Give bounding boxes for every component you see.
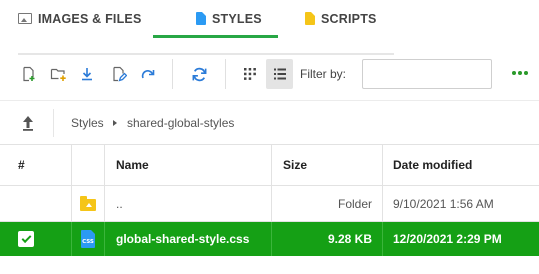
header-size[interactable]: Size (272, 145, 383, 185)
new-folder-icon (50, 68, 66, 81)
row-size: Folder (272, 186, 383, 221)
refresh-button[interactable] (188, 63, 210, 85)
breadcrumb-chevron-icon (113, 120, 117, 126)
new-file-button[interactable] (18, 63, 40, 85)
breadcrumb-current: shared-global-styles (127, 116, 235, 130)
row-date: 12/20/2021 2:29 PM (393, 232, 502, 246)
table-row-selected[interactable]: CSS global-shared-style.css 9.28 KB 12/2… (0, 222, 539, 256)
more-options-dot (518, 71, 522, 75)
row-icon-cell (72, 186, 105, 221)
redo-button[interactable] (137, 63, 159, 85)
download-button[interactable] (76, 63, 98, 85)
row-icon-cell: CSS (72, 222, 105, 256)
table-header-row: # Name Size Date modified (0, 144, 539, 186)
tab-label: STYLES (212, 11, 262, 26)
tab-label: IMAGES & FILES (38, 11, 142, 26)
new-file-icon (23, 66, 35, 82)
refresh-icon (192, 67, 206, 81)
more-options-dot (524, 71, 528, 75)
header-icon-column (72, 145, 105, 185)
breadcrumb: Styles shared-global-styles (0, 100, 539, 144)
active-tab-indicator (153, 35, 278, 38)
up-folder-button[interactable] (20, 114, 36, 132)
filter-label: Filter by: (300, 67, 347, 81)
tab-scripts[interactable]: SCRIPTS (305, 0, 377, 37)
checkmark-icon (21, 232, 31, 243)
breadcrumb-root-link[interactable]: Styles (71, 116, 104, 130)
new-folder-button[interactable] (48, 63, 70, 85)
row-checkbox[interactable] (18, 231, 34, 247)
row-date: 9/10/2021 1:56 AM (393, 196, 494, 211)
tab-label: SCRIPTS (321, 11, 377, 26)
toolbar: Filter by: (0, 49, 539, 99)
redo-icon (141, 70, 155, 79)
table-row[interactable]: .. Folder 9/10/2021 1:56 AM (0, 186, 539, 222)
edit-icon (113, 66, 127, 82)
grid-view-icon (244, 68, 256, 80)
row-checkbox-cell[interactable] (0, 186, 72, 221)
toolbar-divider (225, 59, 226, 89)
list-view-button[interactable] (266, 59, 293, 89)
download-icon (82, 68, 92, 81)
filter-input[interactable] (362, 59, 492, 89)
more-options-button[interactable] (512, 71, 528, 75)
css-icon-text: CSS (82, 239, 94, 245)
grid-view-button[interactable] (239, 63, 261, 85)
toolbar-divider (172, 59, 173, 89)
row-checkbox-cell[interactable] (0, 222, 72, 256)
css-file-icon: CSS (81, 230, 95, 248)
more-options-icon (512, 71, 516, 75)
js-file-icon (305, 12, 315, 25)
row-name[interactable]: .. (105, 186, 272, 221)
header-select-all[interactable]: # (0, 145, 72, 185)
edit-button[interactable] (108, 63, 130, 85)
list-view-icon (273, 68, 286, 80)
image-icon (18, 13, 32, 24)
folder-icon (80, 195, 96, 211)
up-arrow-icon (23, 116, 33, 131)
row-name[interactable]: global-shared-style.css (105, 222, 272, 256)
css-file-icon (196, 12, 206, 25)
tab-images-files[interactable]: IMAGES & FILES (18, 0, 142, 37)
header-date-modified[interactable]: Date modified (383, 145, 539, 185)
breadcrumb-divider (53, 109, 54, 137)
tab-styles[interactable]: STYLES (196, 0, 262, 37)
header-name[interactable]: Name (105, 145, 272, 185)
row-size: 9.28 KB (272, 222, 383, 256)
